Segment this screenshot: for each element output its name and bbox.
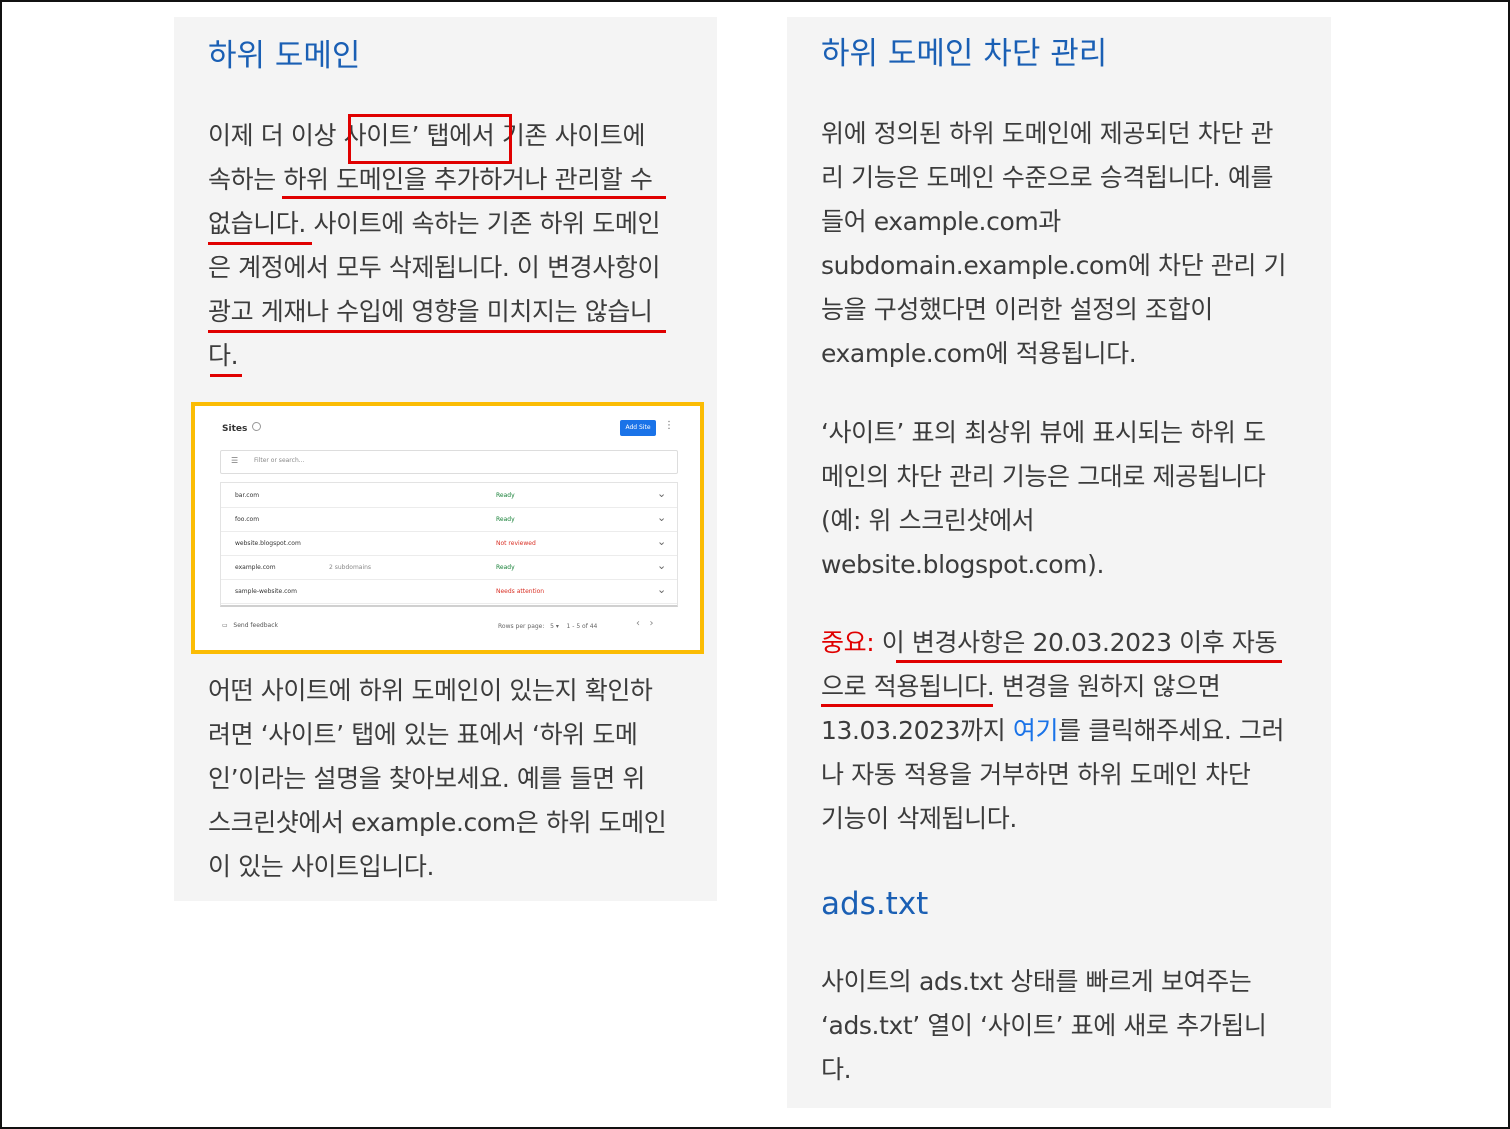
chevron-down-icon: ⌄ (657, 583, 667, 596)
page-nav-icons: ‹ › (636, 618, 654, 629)
text-line: 메인의 차단 관리 기능은 그대로 제공됩니다 (821, 462, 1266, 491)
subdomain-count: 2 subdomains (329, 564, 372, 571)
text-line: 없습니다. 사이트에 속하는 기존 하위 도메인 (208, 209, 661, 238)
text-line: 들어 example.com과 (821, 207, 1061, 236)
text-line: 사이트의 ads.txt 상태를 빠르게 보여주는 (821, 967, 1252, 996)
sites-table: bar.com Ready ⌄ foo.com Ready ⌄ website.blogsp… (220, 482, 678, 607)
red-underline (208, 242, 312, 245)
important-label: 중요: (821, 628, 875, 657)
red-underline (210, 374, 242, 377)
text-line: 리 기능은 도메인 수준으로 승격됩니다. 예를 (821, 163, 1274, 192)
site-name: example.com (235, 564, 276, 571)
red-underline (821, 704, 993, 707)
site-name: website.blogspot.com (235, 540, 301, 547)
text-line: website.blogspot.com). (821, 550, 1105, 579)
filter-placeholder: Filter or search... (254, 457, 305, 464)
chevron-down-icon: ⌄ (657, 559, 667, 572)
text-line: example.com에 적용됩니다. (821, 339, 1137, 368)
text-line: 이 있는 사이트입니다. (208, 852, 435, 881)
text-fragment: 기존 사이트에 (494, 121, 646, 150)
text-line: 은 계정에서 모두 삭제됩니다. 이 변경사항이 (208, 253, 661, 282)
top-level-view-paragraph: ‘사이트’ 표의 최상위 뷰에 표시되는 하위 도 메인의 차단 관리 기능은 … (821, 411, 1266, 587)
table-row: website.blogspot.com Not reviewed ⌄ (221, 531, 677, 556)
text-line: 으로 적용됩니다. 변경을 원하지 않으면 (821, 665, 1284, 709)
add-site-button: Add Site (620, 420, 656, 436)
chevron-down-icon: ⌄ (657, 511, 667, 524)
red-underline (896, 660, 1282, 663)
table-row: example.com 2 subdomains Ready ⌄ (221, 555, 677, 580)
text-fragment: 으로 적용됩니다 (821, 672, 987, 701)
status-label: Ready (496, 564, 515, 571)
rows-per-page-label: Rows per page: (498, 623, 545, 630)
text-line: 능을 구성했다면 이러한 설정의 조합이 (821, 295, 1213, 324)
site-name: bar.com (235, 492, 260, 499)
text-line: 다. (821, 1055, 852, 1084)
pagination-info: Rows per page: 5 ▾ 1 - 5 of 44 (498, 623, 598, 630)
chevron-down-icon: ⌄ (657, 487, 667, 500)
text-line: (예: 위 스크린샷에서 (821, 506, 1035, 535)
text-line: 13.03.2023까지 여기를 클릭해주세요. 그러 (821, 709, 1285, 753)
subdomain-check-paragraph: 어떤 사이트에 하위 도메인이 있는지 확인하 려면 ‘사이트’ 탭에 있는 표… (208, 669, 667, 889)
site-name: sample-website.com (235, 588, 297, 595)
blocking-controls-heading: 하위 도메인 차단 관리 (821, 36, 1108, 72)
red-underline (282, 196, 666, 199)
text-line: 어떤 사이트에 하위 도메인이 있는지 확인하 (208, 676, 653, 705)
table-row: foo.com Ready ⌄ (221, 507, 677, 532)
text-line: 기능이 삭제됩니다. (821, 804, 1017, 833)
text-line: 려면 ‘사이트’ 탭에 있는 표에서 ‘하위 도메 (208, 720, 638, 749)
table-row: sample-website.com Needs attention ⌄ (221, 579, 677, 604)
ads-txt-paragraph: 사이트의 ads.txt 상태를 빠르게 보여주는 ‘ads.txt’ 열이 ‘… (821, 960, 1267, 1092)
sites-title: Sites (222, 424, 248, 434)
text-fragment: . 변경을 원하지 않으면 (986, 672, 1221, 701)
opt-out-link[interactable]: 여기 (1013, 716, 1059, 745)
text-line: 광고 게재나 수입에 영향을 미치지는 않습니 (208, 297, 653, 326)
red-box-annotation (348, 114, 512, 164)
text-line: 인’이라는 설명을 찾아보세요. 예를 들면 위 (208, 764, 646, 793)
text-fragment: 이 변경사항은 20.03.2023 이후 자동 (874, 628, 1278, 657)
text-line: ‘사이트’ 표의 최상위 뷰에 표시되는 하위 도 (821, 418, 1266, 447)
filter-icon: ☰ (231, 456, 239, 465)
text-line: ‘ads.txt’ 열이 ‘사이트’ 표에 새로 추가됩니 (821, 1011, 1267, 1040)
text-line: 다. (208, 341, 239, 370)
text-fragment: 이제 더 이상 (208, 121, 344, 150)
text-fragment: 를 클릭해주세요. 그러 (1058, 716, 1285, 745)
ads-txt-heading: ads.txt (821, 886, 929, 922)
sites-table-screenshot: Sites Add Site ⋮ ☰ Filter or search... b… (208, 414, 680, 642)
status-label: Not reviewed (496, 540, 536, 547)
text-line: 스크린샷에서 example.com은 하위 도메인 (208, 808, 667, 837)
text-fragment: 13.03.2023까지 (821, 716, 1013, 745)
send-feedback: ▭ Send feedback (222, 622, 278, 629)
text-line: 위에 정의된 하위 도메인에 제공되던 차단 관 (821, 119, 1274, 148)
status-label: Ready (496, 516, 515, 523)
text-line: 중요: 이 변경사항은 20.03.2023 이후 자동 (821, 621, 1284, 665)
table-row: bar.com Ready ⌄ (221, 483, 677, 508)
more-options-icon: ⋮ (664, 420, 674, 431)
blocking-controls-paragraph: 위에 정의된 하위 도메인에 제공되던 차단 관 리 기능은 도메인 수준으로 … (821, 112, 1287, 376)
sites-screenshot-highlight: Sites Add Site ⋮ ☰ Filter or search... b… (191, 402, 704, 654)
rows-per-page-value: 5 (550, 623, 554, 630)
subdomains-heading: 하위 도메인 (208, 38, 361, 74)
site-name: foo.com (235, 516, 260, 523)
send-feedback-label: Send feedback (233, 622, 278, 629)
red-underline (208, 330, 666, 333)
status-label: Ready (496, 492, 515, 499)
text-line: 나 자동 적용을 거부하면 하위 도메인 차단 (821, 760, 1251, 789)
help-icon (252, 422, 261, 431)
pagination-range: 1 - 5 of 44 (566, 623, 598, 630)
filter-input: ☰ Filter or search... (220, 450, 678, 474)
chevron-down-icon: ⌄ (657, 535, 667, 548)
text-line: subdomain.example.com에 차단 관리 기 (821, 251, 1287, 280)
status-label: Needs attention (496, 588, 545, 595)
important-notice-paragraph: 중요: 이 변경사항은 20.03.2023 이후 자동 으로 적용됩니다. 변… (821, 621, 1285, 841)
